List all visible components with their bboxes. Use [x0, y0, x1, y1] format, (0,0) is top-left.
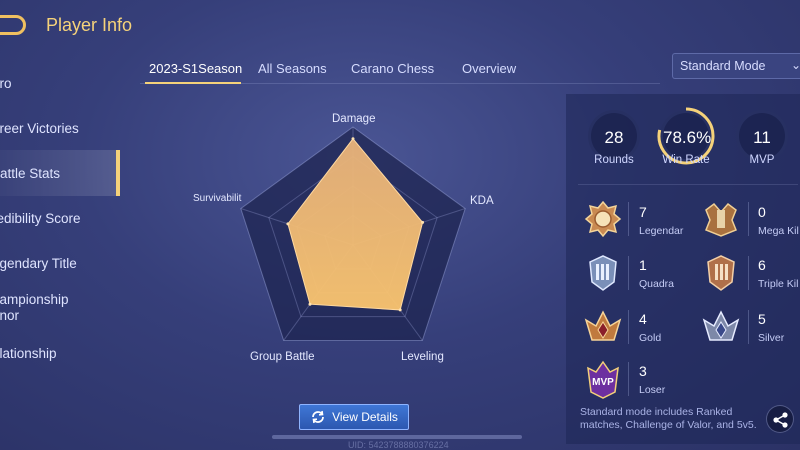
badge-divider [748, 256, 749, 290]
panel-divider [578, 184, 798, 185]
sidebar-item-championship-honor[interactable]: hampionship onor [0, 285, 112, 331]
legendary-badge-icon [584, 200, 622, 238]
radar-point [351, 137, 355, 141]
badge-divider [628, 202, 629, 236]
chevron-down-icon: ⌄ [791, 58, 800, 72]
gold-count: 4 [639, 311, 647, 327]
win-rate-label: Win Rate [662, 154, 710, 166]
stats-panel: 28 Rounds 78.6% Win Rate 11 MVP 7 Legend… [566, 94, 800, 444]
sidebar-item-label: areer Victories [0, 120, 79, 136]
mvp-value: 11 [753, 128, 771, 147]
gold-medal-icon [584, 310, 622, 341]
view-details-button[interactable]: View Details [299, 404, 409, 430]
mode-select-value: Standard Mode [680, 59, 766, 73]
mega-kill-count: 0 [758, 204, 766, 220]
mvp-emblem-text: MVP [592, 377, 614, 388]
back-button[interactable] [0, 15, 26, 35]
share-button[interactable] [766, 405, 794, 433]
active-tab-indicator [145, 82, 241, 84]
axis-label-survivability: Survivabilit [193, 193, 242, 204]
sidebar-item-relationship[interactable]: elationship [0, 330, 112, 376]
sidebar-item-legendary-title[interactable]: egendary Title [0, 240, 112, 286]
badge-divider [748, 310, 749, 344]
sidebar-item-hero[interactable]: ero [0, 60, 112, 106]
sidebar-item-label: egendary Title [0, 255, 77, 271]
tab-all-seasons[interactable]: All Seasons [258, 61, 327, 76]
axis-label-leveling: Leveling [401, 351, 444, 363]
refresh-icon [312, 410, 324, 424]
sidebar-item-battle-stats[interactable]: attle Stats [0, 150, 120, 196]
loser-label: Loser [639, 384, 666, 396]
sidebar-item-label: redibility Score [0, 210, 81, 226]
sidebar: ero areer Victories attle Stats redibili… [0, 58, 120, 450]
silver-count: 5 [758, 311, 766, 327]
sidebar-item-career-victories[interactable]: areer Victories [0, 105, 112, 151]
radar-point [421, 220, 425, 224]
radar-point [308, 302, 312, 306]
rounds-label: Rounds [594, 154, 634, 166]
scroll-indicator [272, 435, 522, 439]
quadra-kill-badge-icon [589, 255, 617, 291]
axis-label-kda: KDA [470, 195, 494, 207]
loser-count: 3 [639, 363, 647, 379]
share-icon [773, 412, 788, 428]
mode-note: Standard mode includes Ranked matches, C… [580, 406, 757, 431]
gold-label: Gold [639, 332, 662, 344]
win-rate-value: 78.6% [663, 128, 712, 147]
sidebar-item-label: elationship [0, 345, 57, 361]
quadra-kill-label: Quadra [639, 278, 675, 290]
mega-kill-badge-icon [705, 202, 737, 237]
tab-overview[interactable]: Overview [462, 61, 516, 76]
triple-kill-label: Triple Kil [758, 278, 799, 290]
mode-select[interactable]: Standard Mode ⌄ [672, 53, 800, 79]
rounds-value: 28 [604, 128, 624, 147]
badge-divider [748, 202, 749, 236]
badge-divider [628, 362, 629, 396]
radar-svg [240, 126, 466, 341]
sidebar-item-label: attle Stats [0, 165, 61, 181]
triple-kill-badge-icon [707, 255, 735, 291]
sidebar-item-label: hampionship onor [0, 292, 69, 323]
mega-kill-label: Mega Kil [758, 225, 799, 237]
quadra-kill-count: 1 [639, 257, 647, 273]
tab-2023-s1season[interactable]: 2023-S1Season [149, 61, 242, 76]
tab-carano-chess[interactable]: Carano Chess [351, 61, 434, 76]
badge-divider [628, 310, 629, 344]
mvp-label: MVP [749, 154, 775, 166]
silver-label: Silver [758, 332, 785, 344]
radar-point [398, 308, 402, 312]
badge-divider [628, 256, 629, 290]
legendary-label: Legendar [639, 225, 684, 237]
header: Player Info [0, 0, 800, 52]
sidebar-item-credibility-score[interactable]: redibility Score [0, 195, 112, 241]
page-title: Player Info [46, 15, 133, 35]
radar-point [286, 222, 290, 226]
mvp-loser-badge-icon: MVP [587, 360, 619, 399]
radar-chart: Damage KDA Leveling Group Battle Surviva… [175, 95, 535, 385]
silver-medal-icon [702, 310, 740, 341]
axis-label-damage: Damage [332, 113, 376, 125]
triple-kill-count: 6 [758, 257, 766, 273]
uid-text: UID: 5423788880376224 [348, 440, 449, 450]
axis-label-group-battle: Group Battle [250, 351, 315, 363]
sidebar-item-label: ero [0, 75, 12, 91]
view-details-label: View Details [332, 410, 398, 424]
legendary-count: 7 [639, 204, 647, 220]
